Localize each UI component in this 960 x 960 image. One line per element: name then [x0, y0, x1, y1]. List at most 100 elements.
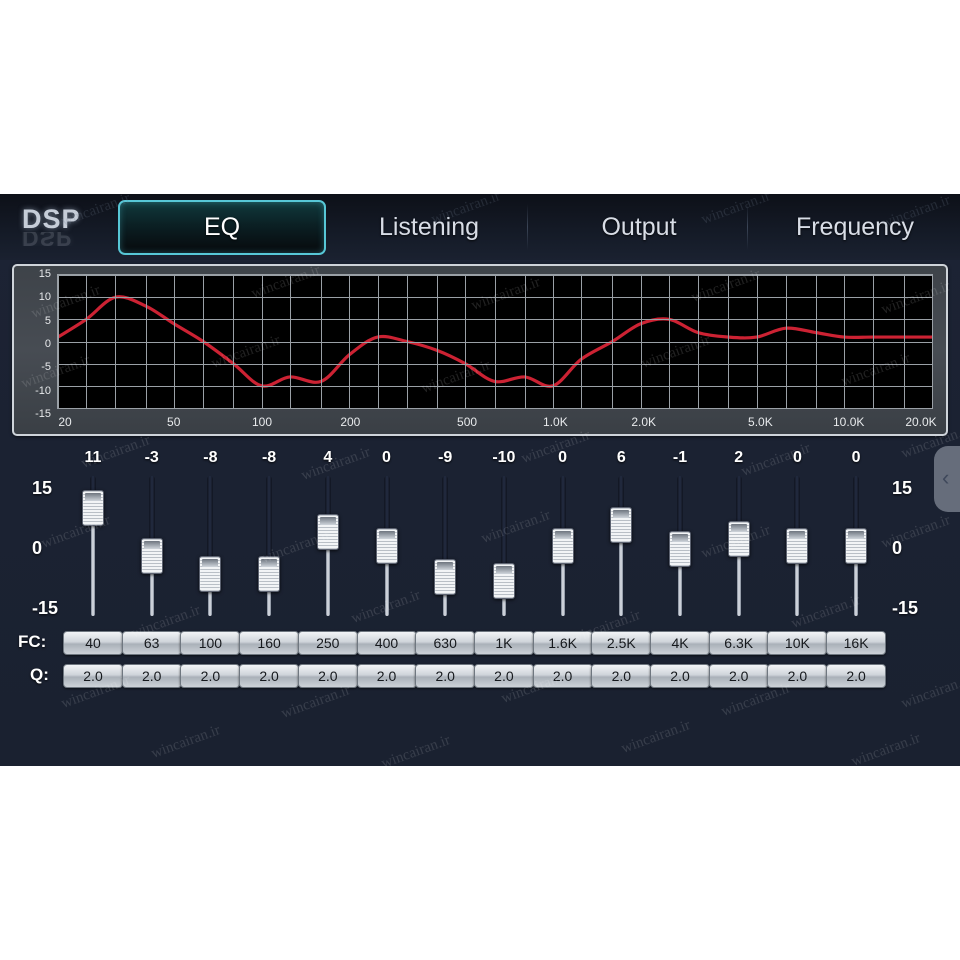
band-gain-slider[interactable] — [652, 476, 708, 616]
fc-value-cell[interactable]: 1.6K — [532, 631, 593, 655]
x-axis-tick-label: 200 — [340, 415, 361, 429]
fc-value-cell[interactable]: 16K — [826, 631, 887, 655]
slider-track-lower — [91, 512, 95, 616]
slider-thumb[interactable] — [551, 528, 574, 564]
dsp-eq-app: DSP DSP EQ Listening Output Frequency 15… — [0, 194, 960, 766]
band-gain-slider[interactable] — [417, 476, 473, 616]
fc-value-cell[interactable]: 10K — [767, 631, 828, 655]
band-gain-slider[interactable] — [593, 476, 649, 616]
band-gain-slider[interactable] — [769, 476, 825, 616]
band-value-label: 11 — [84, 449, 102, 466]
x-axis-tick-label: 5.0K — [748, 415, 773, 429]
band-value-label: 2 — [734, 449, 744, 466]
x-axis-tick-label: 1.0K — [543, 415, 568, 429]
slider-thumb[interactable] — [140, 538, 163, 574]
fc-value-cell[interactable]: 100 — [180, 631, 241, 655]
chevron-left-icon: ‹ — [942, 465, 950, 490]
y-axis-tick-label: -5 — [41, 361, 51, 374]
watermark-text: wincairan.ir — [149, 722, 223, 762]
grid-line-horizontal — [58, 363, 932, 365]
x-axis-tick-label: 500 — [457, 415, 478, 429]
fc-value-cell[interactable]: 6.3K — [708, 631, 769, 655]
eq-response-graph: 15 10 5 0 -5 -10 -15 20 50 100 200 500 1.0K 2.0K 5.0K 1… — [12, 264, 948, 436]
q-value-cell[interactable]: 2.0 — [473, 664, 534, 688]
band-gain-slider[interactable] — [300, 476, 356, 616]
band-gain-slider[interactable] — [241, 476, 297, 616]
grid-line-vertical — [932, 275, 933, 408]
fc-value-cell[interactable]: 400 — [356, 631, 417, 655]
watermark-text: wincairan.ir — [379, 732, 453, 766]
band-gain-slider[interactable] — [535, 476, 591, 616]
band-value-label: -8 — [261, 449, 277, 466]
grid-line-horizontal — [58, 297, 932, 299]
eq-scale-label-left: 15 — [32, 478, 53, 498]
slider-thumb[interactable] — [434, 559, 457, 595]
q-value-cell[interactable]: 2.0 — [356, 664, 417, 688]
slider-thumb[interactable] — [669, 531, 691, 567]
band-gain-slider[interactable] — [124, 476, 180, 616]
eq-curve-plot — [57, 274, 933, 409]
fc-value-cell[interactable]: 40 — [63, 631, 123, 655]
q-value-cell[interactable]: 2.0 — [121, 664, 182, 688]
eq-scale-label-left: 0 — [32, 538, 43, 558]
grid-line-horizontal — [58, 408, 932, 409]
fc-value-cell[interactable]: 1K — [473, 631, 534, 655]
eq-scale-label-right: 0 — [892, 538, 903, 558]
q-value-cell[interactable]: 2.0 — [591, 664, 652, 688]
fc-row-label: FC: — [18, 632, 47, 651]
q-value-cell[interactable]: 2.0 — [767, 664, 828, 688]
band-gain-slider[interactable] — [476, 476, 532, 616]
fc-value-cell[interactable]: 4K — [650, 631, 710, 655]
band-value-label: 0 — [851, 449, 861, 466]
q-value-cell[interactable]: 2.0 — [708, 664, 769, 688]
q-value-cell[interactable]: 2.0 — [63, 664, 123, 688]
band-value-label: 0 — [792, 449, 802, 466]
band-gain-slider[interactable] — [828, 476, 884, 616]
band-gain-slider[interactable] — [65, 476, 121, 616]
dsp-logo-reflection: DSP — [22, 232, 73, 246]
fc-value-cell[interactable]: 250 — [297, 631, 358, 655]
slider-thumb[interactable] — [375, 528, 398, 564]
q-value-cell[interactable]: 2.0 — [180, 664, 241, 688]
band-gain-slider[interactable] — [711, 476, 767, 616]
slider-thumb[interactable] — [786, 528, 809, 564]
slider-thumb[interactable] — [845, 528, 868, 564]
slider-thumb[interactable] — [316, 514, 339, 550]
band-value-label: 6 — [616, 449, 626, 466]
watermark-text: wincairan.ir — [879, 512, 953, 552]
x-axis-tick-label: 100 — [252, 415, 273, 429]
y-axis-tick-label: 5 — [44, 314, 51, 327]
slider-thumb[interactable] — [727, 521, 750, 557]
fc-value-cell[interactable]: 630 — [415, 631, 476, 655]
x-axis-tick-label: 2.0K — [631, 415, 656, 429]
fc-value-cell[interactable]: 63 — [121, 631, 182, 655]
q-value-cell[interactable]: 2.0 — [532, 664, 593, 688]
slider-thumb[interactable] — [258, 556, 281, 592]
slider-thumb[interactable] — [492, 563, 515, 599]
tab-output[interactable]: Output — [530, 200, 748, 255]
slider-thumb[interactable] — [610, 507, 633, 543]
x-axis-tick-label: 10.0K — [833, 415, 865, 429]
slider-thumb[interactable] — [82, 490, 104, 526]
tab-eq[interactable]: EQ — [118, 200, 326, 255]
band-value-label: 0 — [382, 449, 391, 466]
tab-frequency[interactable]: Frequency — [750, 200, 960, 255]
y-axis-tick-label: 0 — [44, 338, 51, 350]
grid-line-horizontal — [58, 319, 932, 321]
band-value-label: -8 — [203, 449, 218, 466]
q-value-cell[interactable]: 2.0 — [297, 664, 358, 688]
q-value-cell[interactable]: 2.0 — [650, 664, 710, 688]
q-value-cell[interactable]: 2.0 — [415, 664, 476, 688]
band-gain-slider[interactable] — [182, 476, 238, 616]
q-value-cell[interactable]: 2.0 — [239, 664, 300, 688]
slider-thumb[interactable] — [199, 556, 222, 592]
y-axis-tick-label: 15 — [38, 268, 51, 280]
tab-listening[interactable]: Listening — [330, 200, 528, 255]
fc-value-cell[interactable]: 2.5K — [591, 631, 652, 655]
fc-value-cell[interactable]: 160 — [239, 631, 300, 655]
eq-scale-label-right: 15 — [892, 478, 913, 498]
q-value-cell[interactable]: 2.0 — [826, 664, 887, 688]
x-axis-tick-label: 50 — [167, 415, 181, 429]
panel-collapse-handle[interactable]: ‹ — [934, 446, 960, 512]
band-gain-slider[interactable] — [359, 476, 415, 616]
